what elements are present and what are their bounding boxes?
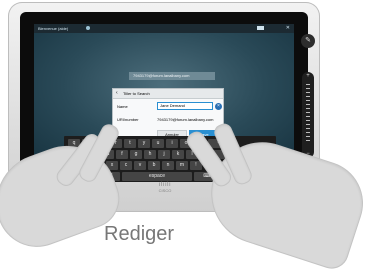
key[interactable]: y — [138, 139, 150, 148]
back-icon[interactable]: ‹ — [116, 89, 118, 98]
status-dot-icon — [86, 26, 90, 30]
email-chip: 7943179@forum.lanalbany.com — [129, 72, 215, 80]
uri-label: URI/number — [117, 117, 139, 122]
volume-slider[interactable]: + − — [302, 72, 314, 158]
key[interactable]: f — [116, 150, 128, 159]
key[interactable]: m — [176, 161, 188, 170]
edit-contact-dialog: ‹ Tiller to Search Name Jane Demand × UR… — [112, 88, 224, 143]
camera-icon[interactable] — [257, 26, 264, 30]
space-key[interactable]: espace — [122, 172, 192, 181]
uri-value[interactable]: 7943179@forum.lanalbany.com — [157, 117, 213, 122]
key[interactable]: t — [124, 139, 136, 148]
name-label: Name — [117, 104, 128, 109]
key[interactable]: v — [134, 161, 146, 170]
edit-icon[interactable]: ✎ — [301, 34, 315, 48]
caption: Rediger — [104, 223, 175, 245]
key[interactable]: h — [144, 150, 156, 159]
clear-icon[interactable]: × — [215, 103, 222, 110]
key[interactable]: n — [162, 161, 174, 170]
close-icon[interactable]: ✕ — [286, 25, 290, 31]
dialog-title: Tiller to Search — [123, 91, 150, 96]
volume-up-icon[interactable]: + — [302, 73, 314, 79]
status-bar-title: Bienvenue (aide) — [38, 26, 69, 31]
dialog-header: ‹ Tiller to Search — [113, 89, 223, 99]
status-bar: Bienvenue (aide) ✕ — [34, 24, 294, 33]
key[interactable]: k — [172, 150, 184, 159]
key[interactable]: u — [152, 139, 164, 148]
volume-ticks — [306, 84, 310, 144]
key[interactable]: i — [166, 139, 178, 148]
name-input[interactable]: Jane Demand — [157, 102, 213, 110]
cisco-wordmark: CISCO — [158, 188, 172, 193]
cisco-logo: ılıılı CISCO — [148, 182, 182, 193]
key[interactable]: c — [120, 161, 132, 170]
key[interactable]: j — [158, 150, 170, 159]
key[interactable]: g — [130, 150, 142, 159]
key[interactable]: b — [148, 161, 160, 170]
